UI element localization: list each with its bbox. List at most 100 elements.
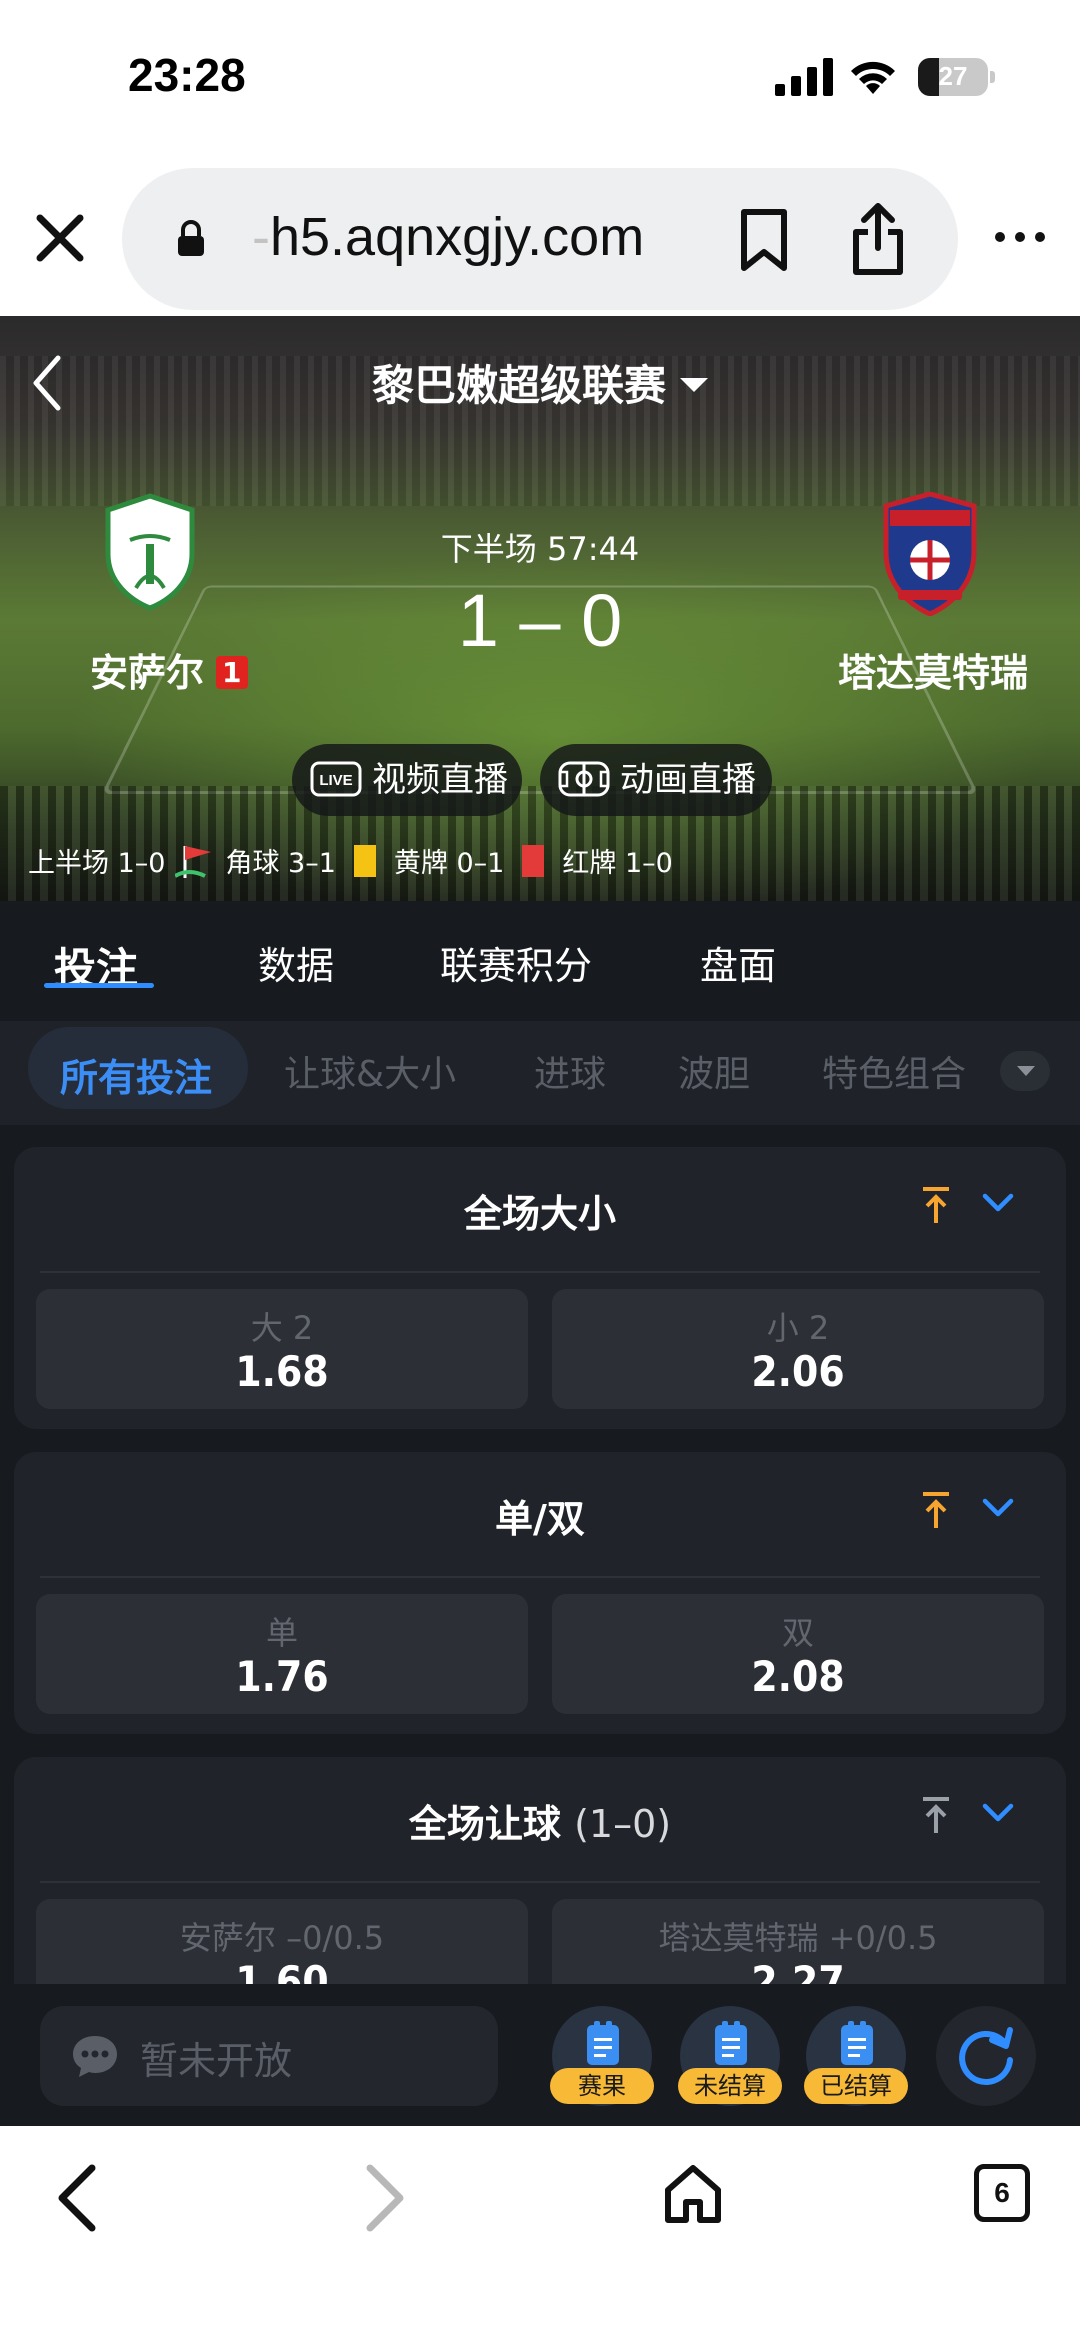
- bookmark-icon[interactable]: [736, 208, 792, 272]
- cellular-signal-icon: [775, 58, 833, 96]
- settled-button[interactable]: 已结算: [804, 2006, 908, 2106]
- market-divider: [40, 1271, 1040, 1273]
- animation-live-label: 动画直播: [620, 760, 756, 800]
- league-name: 黎巴嫩超级联赛: [371, 361, 666, 410]
- market-title: 全场让球 (1–0): [14, 1793, 1066, 1848]
- chat-input[interactable]: 暂未开放: [40, 2006, 498, 2106]
- red-card-icon: [522, 844, 545, 877]
- live-tv-icon: LIVE: [310, 761, 362, 796]
- yellow-card-icon: [353, 844, 376, 877]
- match-score: 1 – 0: [457, 579, 623, 662]
- match-header: 黎巴嫩超级联赛 安萨尔 1 塔达莫特瑞 下半场 57:44 1 – 0 LIVE …: [0, 316, 1080, 901]
- page: 23:28 27 -h5.aqnxgjy.com 黎巴嫩超级联赛 安萨尔 1 塔…: [0, 0, 1080, 2341]
- live-badge-text: LIVE: [319, 772, 352, 789]
- odds-label: 大 2: [250, 1309, 314, 1347]
- odds-button[interactable]: 双 2.08: [552, 1594, 1044, 1714]
- document-icon: [841, 2021, 873, 2065]
- refresh-button[interactable]: [936, 2006, 1036, 2106]
- match-stats: 上半场 1–0 角球 3–1 黄牌 0–1 红牌 1–0: [28, 841, 683, 880]
- browser-back-icon[interactable]: [52, 2162, 102, 2234]
- battery-level: 27: [938, 61, 968, 91]
- url-faded-prefix: -: [252, 207, 270, 267]
- url-domain: h5.aqnxgjy.com: [269, 207, 645, 267]
- chevron-down-icon[interactable]: [981, 1191, 1015, 1215]
- wifi-icon: [851, 61, 895, 94]
- odds-value: 1.76: [235, 1652, 329, 1701]
- status-time: 23:28: [128, 49, 246, 101]
- battery-indicator: 27: [918, 58, 988, 96]
- odds-value: 2.08: [751, 1652, 845, 1701]
- odds-button[interactable]: 大 2 1.68: [36, 1289, 528, 1409]
- home-icon[interactable]: [662, 2162, 724, 2226]
- unsettled-label: 未结算: [678, 2068, 782, 2104]
- market-title-main: 全场让球: [408, 1802, 561, 1846]
- action-bar: 暂未开放 赛果 未结算 已结算: [0, 1984, 1080, 2126]
- odds-value: 1.68: [235, 1347, 329, 1396]
- odds-value: 2.06: [751, 1347, 845, 1396]
- settled-label: 已结算: [804, 2068, 908, 2104]
- subtab-handicap-totals[interactable]: 让球&大小: [284, 1045, 456, 1097]
- video-live-button[interactable]: LIVE 视频直播: [292, 744, 522, 816]
- subtab-more-dropdown[interactable]: [1000, 1051, 1050, 1091]
- browser-nav-bar: 6: [0, 2126, 1080, 2341]
- share-icon[interactable]: [850, 202, 906, 276]
- market-card: 单/双 单 1.76 双 2.08: [14, 1452, 1066, 1734]
- animation-live-button[interactable]: 动画直播: [540, 744, 772, 816]
- chat-placeholder: 暂未开放: [140, 2039, 293, 2083]
- subtab-goals[interactable]: 进球: [534, 1045, 606, 1097]
- odds-button[interactable]: 单 1.76: [36, 1594, 528, 1714]
- pin-top-icon[interactable]: [919, 1795, 953, 1835]
- results-button[interactable]: 赛果: [550, 2006, 654, 2106]
- more-icon[interactable]: [990, 222, 1050, 252]
- pin-top-icon[interactable]: [919, 1185, 953, 1225]
- odds-label: 双: [781, 1614, 814, 1652]
- subtab-special-combos[interactable]: 特色组合: [822, 1045, 966, 1097]
- red-cards-stat: 红牌 1–0: [562, 848, 673, 879]
- odds-label: 单: [265, 1614, 298, 1652]
- chevron-down-icon[interactable]: [981, 1496, 1015, 1520]
- tab-standings[interactable]: 联赛积分: [440, 935, 592, 990]
- market-title: 单/双: [495, 1497, 585, 1541]
- subtab-all-bets-label: 所有投注: [60, 1056, 213, 1100]
- market-title-score: (1–0): [574, 1802, 672, 1846]
- browser-forward-icon[interactable]: [360, 2162, 410, 2234]
- market-card: 全场大小 大 2 1.68 小 2 2.06: [14, 1147, 1066, 1429]
- document-icon: [587, 2021, 619, 2065]
- tab-data[interactable]: 数据: [258, 935, 334, 990]
- tab-market[interactable]: 盘面: [700, 935, 776, 990]
- close-icon[interactable]: [30, 208, 90, 268]
- yellow-cards-stat: 黄牌 0–1: [393, 848, 505, 879]
- video-live-label: 视频直播: [372, 760, 508, 800]
- lock-icon: [178, 220, 204, 256]
- betting-content: 投注 数据 联赛积分 盘面 让球&大小 进球 波胆 特色组合 所有投注 全场大小: [0, 901, 1080, 2125]
- main-tabs: 投注 数据 联赛积分 盘面: [0, 901, 1080, 1021]
- status-bar: 23:28 27 -h5.aqnxgjy.com: [0, 0, 1080, 310]
- results-label: 赛果: [550, 2068, 654, 2104]
- odds-label: 塔达莫特瑞 +0/0.5: [658, 1919, 938, 1957]
- caret-down-icon: [680, 377, 708, 392]
- corner-flag-icon: [175, 845, 212, 878]
- tab-count-button[interactable]: 6: [974, 2164, 1030, 2222]
- league-selector[interactable]: 黎巴嫩超级联赛: [0, 352, 1080, 413]
- refresh-icon: [959, 2027, 1013, 2085]
- url-text[interactable]: -h5.aqnxgjy.com: [252, 206, 644, 268]
- market-divider: [40, 1881, 1040, 1883]
- battery-tip: [990, 71, 995, 83]
- chat-bubble-icon: [73, 2036, 117, 2077]
- market-divider: [40, 1576, 1040, 1578]
- subtab-correct-score[interactable]: 波胆: [678, 1045, 750, 1097]
- odds-button[interactable]: 小 2 2.06: [552, 1289, 1044, 1409]
- odds-label: 安萨尔 –0/0.5: [179, 1919, 385, 1957]
- unsettled-button[interactable]: 未结算: [678, 2006, 782, 2106]
- odds-label: 小 2: [766, 1309, 830, 1347]
- pitch-icon: [558, 761, 610, 796]
- match-period: 下半场 57:44: [440, 530, 640, 568]
- pin-top-icon[interactable]: [919, 1490, 953, 1530]
- document-icon: [715, 2021, 747, 2065]
- corners-stat: 角球 3–1: [225, 848, 336, 879]
- active-tab-indicator: [44, 983, 154, 988]
- url-bar[interactable]: -h5.aqnxgjy.com: [122, 168, 958, 310]
- first-half-score: 上半场 1–0: [28, 848, 166, 879]
- chevron-down-icon[interactable]: [981, 1801, 1015, 1825]
- market-title: 全场大小: [463, 1192, 616, 1236]
